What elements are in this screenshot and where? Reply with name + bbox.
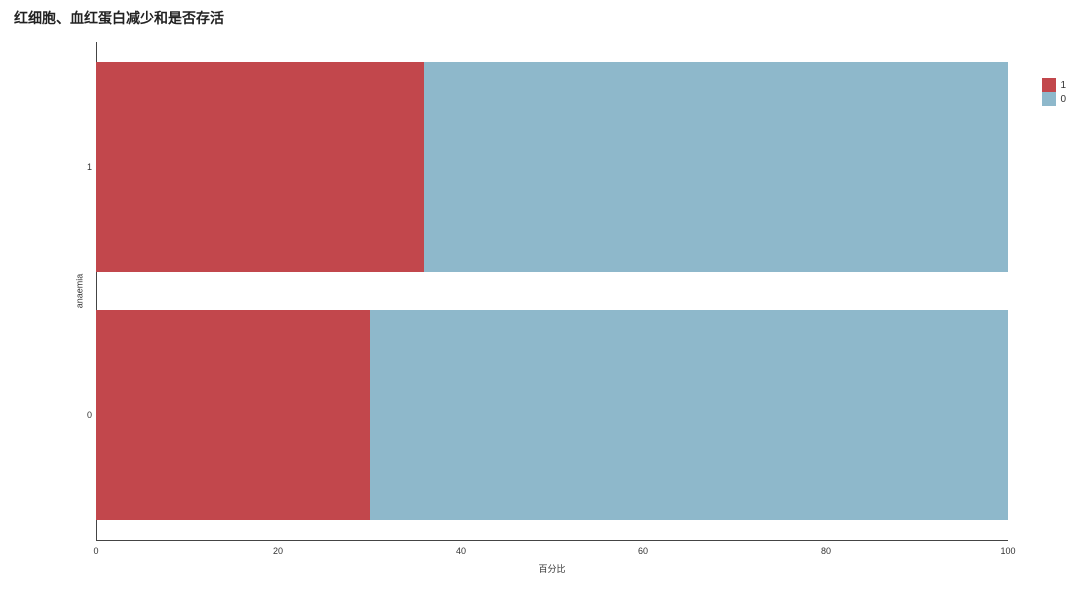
bar-anaemia0-series0 <box>370 310 1008 520</box>
x-tick-20: 20 <box>273 546 283 556</box>
legend-item-1: 1 <box>1042 78 1066 92</box>
bar-anaemia1-series0 <box>424 62 1008 272</box>
chart-title: 红细胞、血红蛋白减少和是否存活 <box>14 8 224 28</box>
y-tick-1: 1 <box>74 162 92 172</box>
x-tick-80: 80 <box>821 546 831 556</box>
bar-anaemia0-series1 <box>96 310 370 520</box>
bar-anaemia1-series1 <box>96 62 424 272</box>
legend-label-1: 1 <box>1060 80 1066 91</box>
x-axis-spine <box>96 540 1008 541</box>
legend-swatch-1 <box>1042 78 1056 92</box>
x-tick-100: 100 <box>1000 546 1015 556</box>
legend-swatch-0 <box>1042 92 1056 106</box>
x-axis-label: 百分比 <box>96 562 1008 575</box>
x-tick-40: 40 <box>456 546 466 556</box>
legend-label-0: 0 <box>1060 94 1066 105</box>
legend-item-0: 0 <box>1042 92 1066 106</box>
x-tick-0: 0 <box>93 546 98 556</box>
x-tick-60: 60 <box>638 546 648 556</box>
y-axis-label: anaemia <box>74 274 84 309</box>
legend: 1 0 <box>1042 78 1066 106</box>
y-tick-0: 0 <box>74 410 92 420</box>
